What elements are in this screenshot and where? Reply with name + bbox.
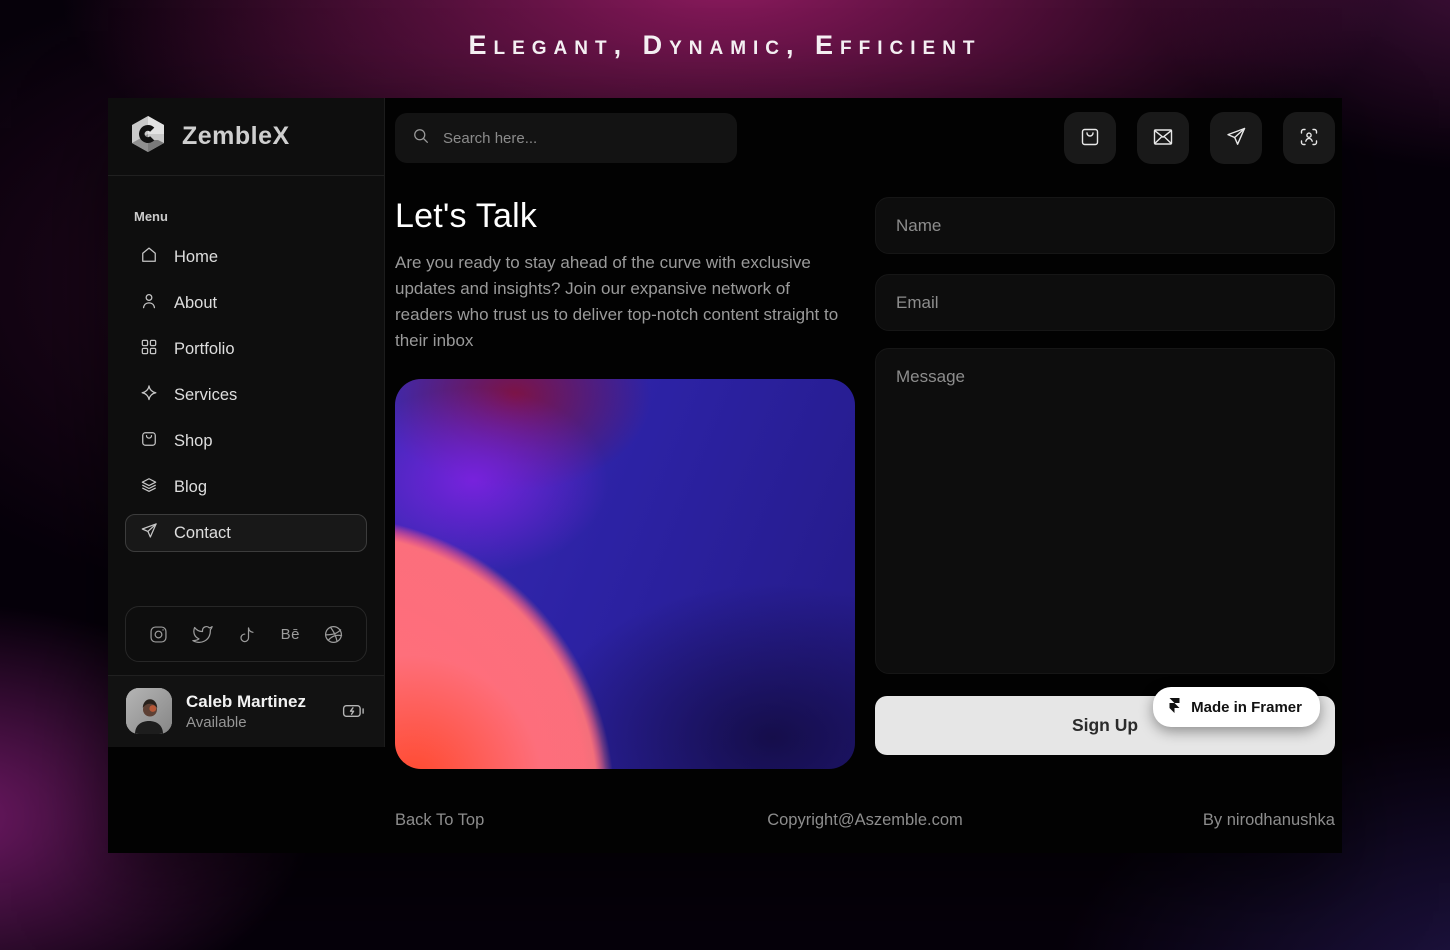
home-icon [139, 245, 159, 270]
page-title: Let's Talk [395, 197, 855, 236]
sidebar-item-label: Home [174, 248, 218, 267]
scan-user-icon [1297, 125, 1321, 152]
sidebar-item-home[interactable]: Home [125, 238, 367, 276]
mail-button[interactable] [1137, 112, 1189, 164]
send-button[interactable] [1210, 112, 1262, 164]
instagram-icon[interactable] [148, 624, 169, 645]
battery-charging-icon [342, 702, 366, 720]
dribbble-icon[interactable] [323, 624, 344, 645]
sidebar-item-label: About [174, 294, 217, 313]
sidebar-item-label: Shop [174, 432, 213, 451]
shopping-bag-icon [139, 429, 159, 454]
menu-label: Menu [134, 209, 367, 224]
search-icon [411, 126, 431, 151]
scan-user-button[interactable] [1283, 112, 1335, 164]
brand-row: ZembleX [108, 98, 384, 176]
sidebar-item-label: Blog [174, 478, 207, 497]
app-window: ZembleX Menu Home About [108, 98, 1342, 853]
credit-text: By nirodhanushka [1022, 811, 1335, 830]
user-status: Available [186, 714, 306, 731]
search-input[interactable] [443, 130, 721, 147]
user-meta: Caleb Martinez Available [186, 692, 306, 731]
gradient-artwork [395, 379, 855, 769]
sidebar-panel: ZembleX Menu Home About [108, 98, 385, 747]
behance-icon[interactable]: Bē [281, 626, 300, 643]
tiktok-icon[interactable] [236, 624, 257, 645]
user-name: Caleb Martinez [186, 692, 306, 712]
sidebar: ZembleX Menu Home About [108, 98, 385, 853]
search-bar[interactable] [395, 113, 737, 163]
contact-form: Sign Up [875, 197, 1335, 769]
intro-column: Let's Talk Are you ready to stay ahead o… [395, 197, 855, 769]
page-tagline: Elegant, Dynamic, Efficient [0, 30, 1450, 61]
bag-button[interactable] [1064, 112, 1116, 164]
user-icon [139, 291, 159, 316]
sidebar-item-shop[interactable]: Shop [125, 422, 367, 460]
send-icon [139, 521, 159, 546]
message-field[interactable] [875, 348, 1335, 674]
page-description: Are you ready to stay ahead of the curve… [395, 250, 851, 354]
bag-icon [1078, 125, 1102, 152]
mail-icon [1151, 125, 1175, 152]
name-field[interactable] [875, 197, 1335, 254]
layers-icon [139, 475, 159, 500]
sidebar-item-about[interactable]: About [125, 284, 367, 322]
email-field[interactable] [875, 274, 1335, 331]
copyright-text: Copyright@Aszemble.com [708, 811, 1021, 830]
made-in-framer-badge[interactable]: Made in Framer [1153, 687, 1320, 727]
avatar [126, 688, 172, 734]
brand-logo-icon [128, 114, 168, 159]
sidebar-item-services[interactable]: Services [125, 376, 367, 414]
sidebar-item-contact[interactable]: Contact [125, 514, 367, 552]
topbar [395, 112, 1335, 164]
brand-name: ZembleX [182, 122, 290, 151]
sidebar-nav: Menu Home About P [108, 209, 384, 552]
social-links: Bē [125, 606, 367, 662]
framer-icon [1167, 698, 1182, 717]
footer: Back To Top Copyright@Aszemble.com By ni… [395, 811, 1335, 830]
framer-badge-label: Made in Framer [1191, 699, 1302, 716]
send-icon [1224, 125, 1248, 152]
content: Let's Talk Are you ready to stay ahead o… [395, 197, 1335, 769]
sidebar-item-label: Portfolio [174, 340, 235, 359]
sparkle-icon [139, 383, 159, 408]
sidebar-item-label: Services [174, 386, 237, 405]
grid-icon [139, 337, 159, 362]
user-profile[interactable]: Caleb Martinez Available [108, 675, 384, 747]
sidebar-item-portfolio[interactable]: Portfolio [125, 330, 367, 368]
sidebar-item-blog[interactable]: Blog [125, 468, 367, 506]
back-to-top-link[interactable]: Back To Top [395, 811, 708, 830]
topbar-actions [1064, 112, 1335, 164]
sidebar-item-label: Contact [174, 524, 231, 543]
twitter-icon[interactable] [192, 624, 213, 645]
main-area: Let's Talk Are you ready to stay ahead o… [385, 98, 1342, 853]
